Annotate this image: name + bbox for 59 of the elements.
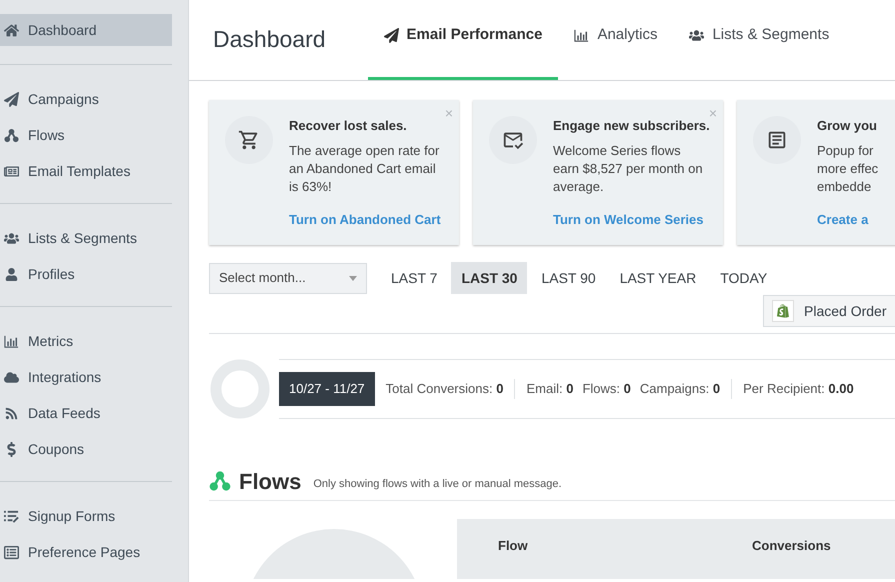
column-header: Flow	[498, 537, 529, 555]
card-text: Popup for more effec embedde	[817, 142, 878, 196]
card-title: Recover lost sales.	[289, 117, 408, 135]
user-icon	[4, 268, 18, 280]
sidebar-item[interactable]: Signup Forms	[0, 500, 172, 532]
newspaper-icon	[4, 164, 18, 178]
column-header: Conversions	[752, 537, 831, 555]
bar-chart-icon	[574, 28, 590, 42]
range-button[interactable]: TODAY	[710, 262, 778, 294]
range-button[interactable]: LAST YEAR	[610, 262, 706, 294]
shopping-bag-icon	[776, 304, 790, 318]
users-icon	[689, 28, 704, 42]
cloud-icon	[4, 370, 18, 384]
list-edit-icon	[4, 508, 18, 524]
cart-icon	[238, 129, 260, 151]
tab[interactable]: Analytics	[558, 0, 674, 80]
sidebar-item[interactable]: Email Templates	[0, 155, 172, 187]
dropdown-caret-icon	[349, 276, 357, 280]
bar-chart-icon	[4, 334, 18, 348]
sidebar-item[interactable]: Flows	[0, 119, 172, 151]
range-button[interactable]: LAST 7	[381, 262, 448, 294]
list-page-icon	[4, 544, 18, 560]
page-title: Dashboard	[213, 24, 326, 54]
sidebar-item[interactable]: Metrics	[0, 325, 172, 357]
sidebar-item[interactable]: Coupons	[0, 433, 172, 465]
sidebar-item[interactable]: Preference Pages	[0, 536, 172, 568]
card-text: The average open rate for an Abandoned Cart email is 63%!	[289, 142, 440, 196]
paper-plane-icon	[384, 28, 399, 42]
document-icon	[766, 129, 788, 151]
section-title: Flows	[239, 468, 302, 496]
summary-stat: Campaigns: 0	[640, 380, 720, 398]
month-select[interactable]: Select month...	[209, 262, 367, 294]
summary-stat: Flows: 0	[582, 380, 631, 398]
sidebar-item[interactable]: Integrations	[0, 361, 172, 393]
sidebar-item[interactable]: Dashboard	[0, 14, 172, 46]
flow-icon	[209, 470, 231, 492]
sidebar-item[interactable]: Data Feeds	[0, 397, 172, 429]
section-note: Only showing flows with a live or manual message.	[313, 476, 562, 492]
date-range-badge: 10/27 - 11/27	[279, 372, 375, 406]
card-text: Welcome Series flows earn $8,527 per month on average.	[553, 142, 704, 196]
home-icon	[4, 22, 18, 38]
card-title: Grow you	[817, 117, 878, 135]
metric-button[interactable]: Placed Order	[763, 295, 895, 327]
donut-placeholder-icon	[209, 358, 271, 420]
tab[interactable]: Email Performance	[368, 0, 558, 80]
range-button[interactable]: LAST 30	[451, 262, 528, 294]
summary-stat: Per Recipient: 0.00	[743, 380, 854, 398]
tab[interactable]: Lists & Segments	[673, 0, 846, 80]
paper-plane-icon	[4, 92, 18, 106]
sidebar-item[interactable]: Profiles	[0, 258, 172, 290]
sidebar-item[interactable]: Lists & Segments	[0, 222, 172, 254]
summary-stat: Total Conversions: 0	[386, 380, 504, 398]
card-title: Engage new subscribers.	[553, 117, 710, 135]
range-button[interactable]: LAST 90	[531, 262, 606, 294]
sidebar-item[interactable]: Campaigns	[0, 83, 172, 115]
rss-icon	[4, 406, 18, 420]
flow-icon	[4, 128, 18, 142]
summary-stat: Email: 0	[526, 380, 574, 398]
users-icon	[4, 230, 18, 246]
